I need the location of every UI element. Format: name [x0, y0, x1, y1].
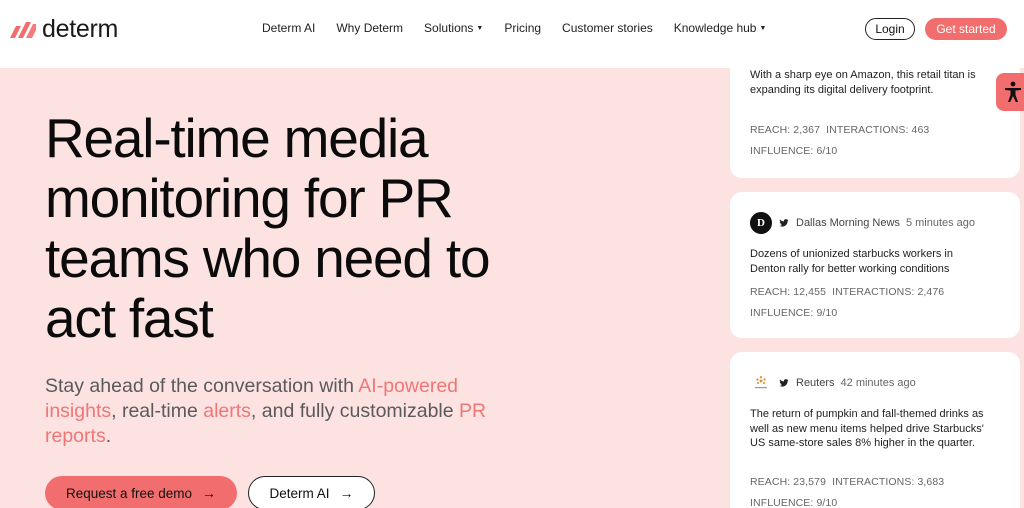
- nav-item-determ-ai[interactable]: Determ AI: [262, 21, 315, 35]
- accessibility-person-icon: [1005, 81, 1021, 102]
- influence-stat: INFLUENCE: 9/10: [750, 307, 838, 319]
- reach-stat: REACH: 2,367: [750, 124, 821, 136]
- subtitle-text: , real-time: [111, 400, 204, 422]
- subtitle-text: Stay ahead of the conversation with: [45, 375, 359, 397]
- nav-label: Pricing: [504, 21, 542, 35]
- card-text: Dozens of unionized starbucks workers in…: [750, 248, 953, 275]
- nav-item-why-determ[interactable]: Why Determ: [336, 21, 403, 35]
- hero-title-line: monitoring for PR: [45, 167, 454, 229]
- nav-label: Knowledge hub: [673, 21, 757, 35]
- reach-stat: REACH: 23,579: [750, 476, 827, 488]
- twitter-bird-icon: [779, 219, 789, 227]
- reuters-logo-icon: [750, 372, 772, 394]
- interactions-stat: INTERACTIONS: 2,476: [832, 286, 945, 298]
- reach-stat: REACH: 12,455: [750, 286, 827, 298]
- button-label: Determ AI: [269, 485, 330, 501]
- influence-stat: INFLUENCE: 9/10: [750, 497, 838, 508]
- interactions-stat: INTERACTIONS: 3,683: [832, 476, 945, 488]
- source-time: 42 minutes ago: [840, 377, 916, 389]
- caret-down-icon: ▼: [759, 24, 767, 32]
- dallas-morning-news-avatar: D: [750, 212, 772, 234]
- card-text: The return of pumpkin and fall-themed dr…: [750, 408, 984, 449]
- feed-card[interactable]: Reuters 42 minutes ago The return of pum…: [730, 352, 1020, 508]
- card-stats: REACH: 23,579 INTERACTIONS: 3,683: [750, 476, 944, 488]
- site-header: determ Determ AI Why Determ Solutions ▼ P…: [0, 0, 1024, 68]
- nav-label: Solutions: [424, 21, 474, 35]
- card-text: With a sharp eye on Amazon, this retail …: [750, 69, 976, 96]
- determ-ai-button[interactable]: Determ AI →: [248, 476, 375, 508]
- hero-title-line: teams who need to: [45, 227, 491, 289]
- button-label: Request a free demo: [65, 485, 193, 501]
- nav-label: Determ AI: [262, 21, 316, 35]
- feed-card[interactable]: With a sharp eye on Amazon, this retail …: [730, 68, 1020, 178]
- source-name: Dallas Morning News: [796, 217, 900, 229]
- main-nav: Determ AI Why Determ Solutions ▼ Pricing …: [262, 21, 787, 35]
- interactions-stat: INTERACTIONS: 463: [826, 124, 930, 136]
- accessibility-button[interactable]: [996, 73, 1024, 111]
- subtitle-text: , and fully customizable: [250, 400, 460, 422]
- get-started-button[interactable]: Get started: [925, 18, 1007, 40]
- subtitle-text: .: [105, 425, 112, 447]
- brand-name: determ: [42, 14, 119, 43]
- login-button[interactable]: Login: [865, 18, 915, 40]
- card-stats: REACH: 2,367 INTERACTIONS: 463: [750, 124, 929, 136]
- influence-stat: INFLUENCE: 6/10: [750, 145, 838, 157]
- nav-item-customer-stories[interactable]: Customer stories: [562, 21, 653, 35]
- determ-logo-icon: [10, 22, 36, 38]
- hero-subtitle: Stay ahead of the conversation with AI-p…: [45, 374, 525, 449]
- nav-label: Customer stories: [562, 21, 653, 35]
- source-name: Reuters: [796, 377, 835, 389]
- media-feed: With a sharp eye on Amazon, this retail …: [728, 68, 1024, 508]
- card-stats: REACH: 12,455 INTERACTIONS: 2,476: [750, 286, 944, 298]
- nav-item-solutions[interactable]: Solutions ▼: [424, 21, 483, 35]
- hero-title-line: Real-time media: [45, 107, 429, 169]
- twitter-bird-icon: [779, 379, 789, 387]
- caret-down-icon: ▼: [476, 24, 484, 32]
- nav-item-knowledge-hub[interactable]: Knowledge hub ▼: [674, 21, 767, 35]
- nav-item-pricing[interactable]: Pricing: [504, 21, 541, 35]
- hero-title: Real-time media monitoring for PR teams …: [45, 108, 665, 348]
- source-time: 5 minutes ago: [905, 217, 976, 229]
- arrow-right-icon: →: [339, 485, 354, 501]
- subtitle-highlight: alerts: [203, 400, 251, 422]
- arrow-right-icon: →: [202, 485, 217, 501]
- request-demo-button[interactable]: Request a free demo →: [45, 476, 237, 508]
- nav-label: Why Determ: [336, 21, 404, 35]
- brand-logo[interactable]: determ: [8, 14, 119, 43]
- feed-card[interactable]: D Dallas Morning News 5 minutes ago Doze…: [730, 192, 1020, 338]
- card-source: Reuters 42 minutes ago: [750, 372, 916, 394]
- card-source: D Dallas Morning News 5 minutes ago: [750, 212, 975, 234]
- hero-title-line: act fast: [45, 287, 214, 349]
